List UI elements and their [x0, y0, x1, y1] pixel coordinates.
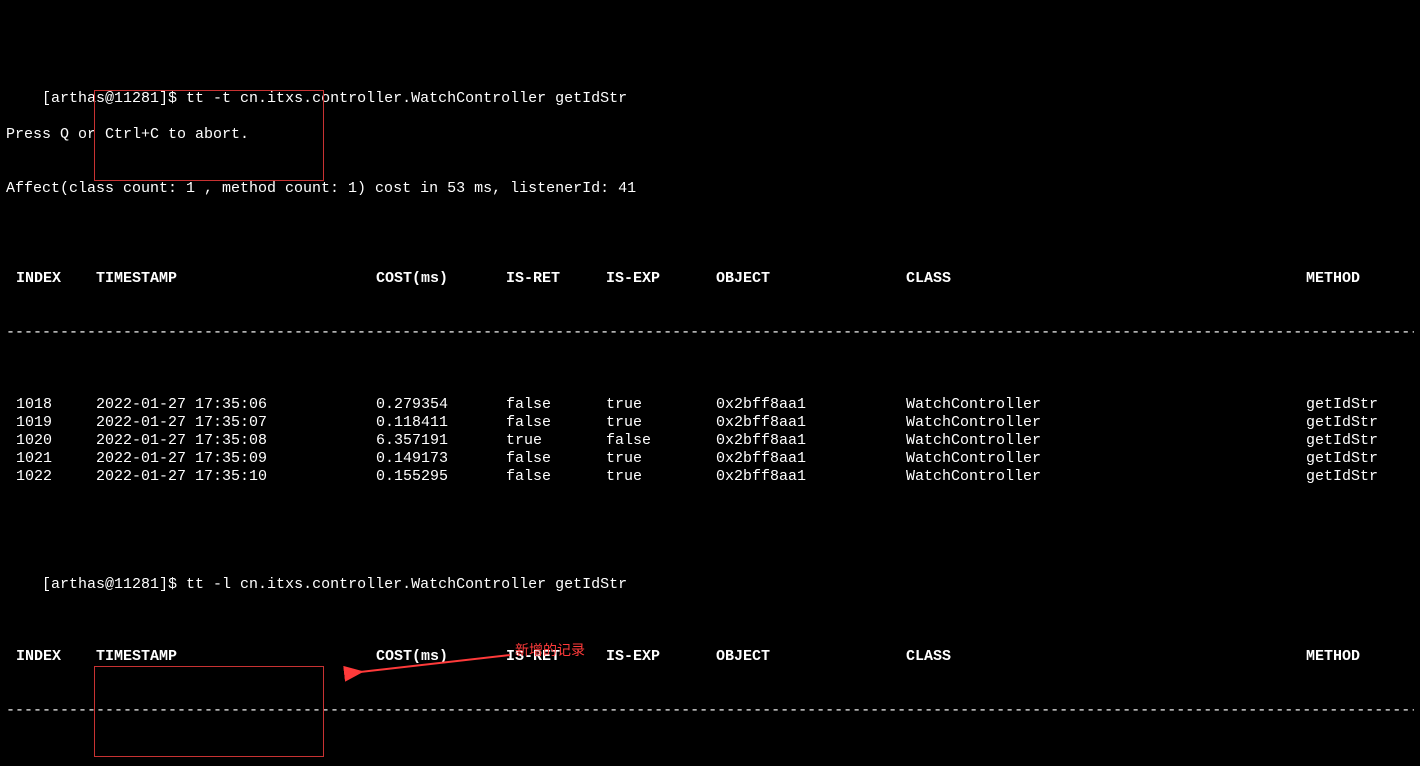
cell-timestamp: 2022-01-27 17:35:09: [96, 450, 376, 468]
cell-timestamp: 2022-01-27 17:35:07: [96, 414, 376, 432]
cell-index: 1020: [6, 432, 96, 450]
col-isexp: IS-EXP: [606, 270, 716, 288]
cell-cost: 6.357191: [376, 432, 506, 450]
command-text: tt -l cn.itxs.controller.WatchController…: [186, 576, 627, 593]
cell-cost: 0.155295: [376, 468, 506, 486]
annotation-layer: 新增的记录: [0, 0, 36, 72]
cell-object: 0x2bff8aa1: [716, 468, 906, 486]
cell-isexp: false: [606, 432, 716, 450]
col-timestamp: TIMESTAMP: [96, 270, 376, 288]
col-cost: COST(ms): [376, 648, 506, 666]
cell-index: 1021: [6, 450, 96, 468]
cell-class: WatchController: [906, 432, 1306, 450]
cell-method: getIdStr: [1306, 468, 1414, 486]
col-object: OBJECT: [716, 270, 906, 288]
abort-hint: Press Q or Ctrl+C to abort.: [6, 126, 1414, 144]
prompt-prefix: [arthas@11281]$: [42, 90, 186, 107]
command-text: tt -t cn.itxs.controller.WatchController…: [186, 90, 627, 107]
col-index: INDEX: [6, 270, 96, 288]
table-row: 10222022-01-27 17:35:100.155295falsetrue…: [6, 468, 1414, 486]
cell-index: 1022: [6, 468, 96, 486]
cell-class: WatchController: [906, 450, 1306, 468]
cell-class: WatchController: [906, 468, 1306, 486]
cell-method: getIdStr: [1306, 396, 1414, 414]
cell-isret: false: [506, 468, 606, 486]
cell-object: 0x2bff8aa1: [716, 432, 906, 450]
separator: ----------------------------------------…: [6, 324, 1414, 342]
cell-method: getIdStr: [1306, 414, 1414, 432]
cell-isexp: true: [606, 450, 716, 468]
col-index: INDEX: [6, 648, 96, 666]
cell-cost: 0.279354: [376, 396, 506, 414]
table-row: 10212022-01-27 17:35:090.149173falsetrue…: [6, 450, 1414, 468]
table-header: INDEX TIMESTAMP COST(ms) IS-RET IS-EXP O…: [6, 270, 1414, 288]
separator: ----------------------------------------…: [6, 702, 1414, 720]
command-line-tt-t: [arthas@11281]$ tt -t cn.itxs.controller…: [6, 72, 1414, 90]
col-isret: IS-RET: [506, 648, 606, 666]
cell-cost: 0.118411: [376, 414, 506, 432]
col-method: METHOD: [1306, 270, 1414, 288]
cell-method: getIdStr: [1306, 432, 1414, 450]
col-class: CLASS: [906, 270, 1306, 288]
cell-class: WatchController: [906, 414, 1306, 432]
cell-object: 0x2bff8aa1: [716, 450, 906, 468]
cell-isret: false: [506, 450, 606, 468]
cell-object: 0x2bff8aa1: [716, 414, 906, 432]
cell-object: 0x2bff8aa1: [716, 396, 906, 414]
col-cost: COST(ms): [376, 270, 506, 288]
table-row: 10202022-01-27 17:35:086.357191truefalse…: [6, 432, 1414, 450]
cell-isret: true: [506, 432, 606, 450]
cell-method: getIdStr: [1306, 450, 1414, 468]
col-method: METHOD: [1306, 648, 1414, 666]
cell-timestamp: 2022-01-27 17:35:06: [96, 396, 376, 414]
cell-timestamp: 2022-01-27 17:35:10: [96, 468, 376, 486]
cell-isexp: true: [606, 414, 716, 432]
col-isexp: IS-EXP: [606, 648, 716, 666]
cell-isexp: true: [606, 468, 716, 486]
cell-index: 1018: [6, 396, 96, 414]
command-line-tt-l: [arthas@11281]$ tt -l cn.itxs.controller…: [6, 558, 1414, 576]
cell-isexp: true: [606, 396, 716, 414]
cell-isret: false: [506, 414, 606, 432]
prompt-prefix: [arthas@11281]$: [42, 576, 186, 593]
col-object: OBJECT: [716, 648, 906, 666]
cell-class: WatchController: [906, 396, 1306, 414]
table-row: 10182022-01-27 17:35:060.279354falsetrue…: [6, 396, 1414, 414]
cell-index: 1019: [6, 414, 96, 432]
col-isret: IS-RET: [506, 270, 606, 288]
cell-isret: false: [506, 396, 606, 414]
col-class: CLASS: [906, 648, 1306, 666]
col-timestamp: TIMESTAMP: [96, 648, 376, 666]
affect-line: Affect(class count: 1 , method count: 1)…: [6, 180, 1414, 198]
cell-cost: 0.149173: [376, 450, 506, 468]
cell-timestamp: 2022-01-27 17:35:08: [96, 432, 376, 450]
table-header: INDEX TIMESTAMP COST(ms) IS-RET IS-EXP O…: [6, 648, 1414, 666]
table-row: 10192022-01-27 17:35:070.118411falsetrue…: [6, 414, 1414, 432]
terminal-output[interactable]: [arthas@11281]$ tt -t cn.itxs.controller…: [0, 0, 1420, 766]
